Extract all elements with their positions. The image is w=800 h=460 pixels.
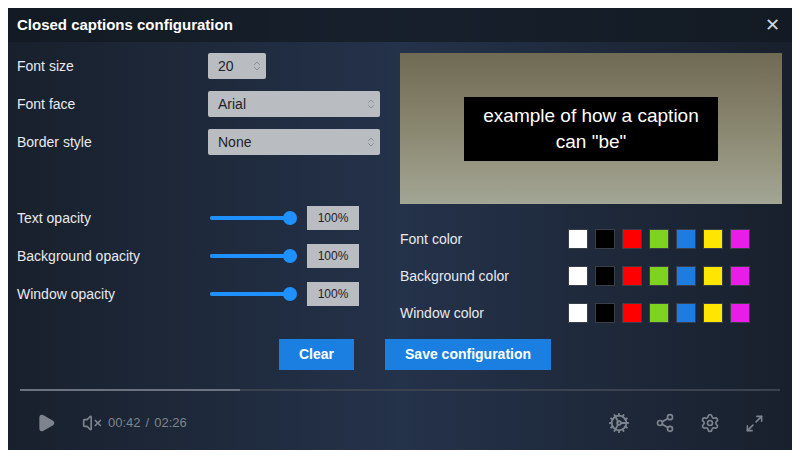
slider-row: Background opacity 100%: [17, 243, 391, 269]
preview-caption: example of how a caption can "be": [464, 97, 718, 161]
slider-row: Window opacity 100%: [17, 281, 391, 307]
slider-reading: 100%: [307, 206, 359, 230]
slider-label: Text opacity: [17, 208, 208, 229]
slider-fill: [210, 292, 290, 296]
color-row: Window color: [400, 303, 782, 323]
slider-fill: [210, 254, 290, 258]
fullscreen-icon[interactable]: [745, 414, 764, 433]
share-icon[interactable]: [655, 413, 675, 433]
save-button[interactable]: Save configuration: [385, 339, 551, 370]
slider-thumb[interactable]: [283, 287, 297, 301]
slider-row: Text opacity 100%: [17, 205, 391, 231]
clear-button[interactable]: Clear: [279, 339, 354, 370]
caption-preview: example of how a caption can "be": [400, 53, 782, 204]
spinner-icon: [365, 136, 377, 148]
slider[interactable]: [210, 254, 290, 258]
number-input[interactable]: 20: [208, 53, 266, 79]
color-label: Background color: [400, 266, 568, 287]
video-player: Closed captions configuration ✕ Font size 2…: [8, 8, 792, 450]
current-time: 00:42: [108, 413, 141, 433]
color-swatch[interactable]: [676, 303, 696, 323]
color-swatch[interactable]: [568, 229, 588, 249]
color-swatch[interactable]: [622, 266, 642, 286]
captions-settings-icon[interactable]: [608, 412, 630, 434]
color-column: example of how a caption can "be" Font co…: [400, 53, 782, 323]
color-swatch[interactable]: [703, 303, 723, 323]
slider-thumb[interactable]: [283, 249, 297, 263]
color-swatch[interactable]: [649, 229, 669, 249]
field-value: None: [218, 132, 251, 153]
slider[interactable]: [210, 216, 290, 220]
duration: 02:26: [154, 413, 187, 433]
slider-thumb[interactable]: [283, 211, 297, 225]
color-swatch[interactable]: [595, 266, 615, 286]
field-label: Border style: [17, 132, 208, 153]
color-swatch[interactable]: [622, 229, 642, 249]
select-input[interactable]: Arial: [208, 91, 380, 117]
color-swatch[interactable]: [703, 266, 723, 286]
time-separator: /: [146, 413, 150, 433]
time-display: 00:42/02:26: [108, 413, 187, 433]
color-swatch[interactable]: [568, 303, 588, 323]
color-swatch[interactable]: [622, 303, 642, 323]
player-controls: 00:42/02:26: [8, 411, 792, 435]
progress-fill: [20, 389, 240, 391]
settings-column: Font size 20 Font face Arial Border style Non…: [8, 53, 391, 323]
color-swatch[interactable]: [595, 229, 615, 249]
field-row: Font face Arial: [17, 91, 391, 117]
slider-fill: [210, 216, 290, 220]
field-row: Font size 20: [17, 53, 391, 79]
color-swatch[interactable]: [730, 266, 750, 286]
progress-bar[interactable]: [20, 389, 780, 391]
page: Closed captions configuration ✕ Font size 2…: [0, 0, 800, 460]
slider-reading: 100%: [307, 244, 359, 268]
settings-icon[interactable]: [700, 413, 720, 433]
dialog-title: Closed captions configuration: [17, 14, 233, 37]
play-icon[interactable]: [36, 413, 56, 433]
spinner-icon: [251, 60, 263, 72]
spinner-icon: [365, 98, 377, 110]
color-label: Font color: [400, 229, 568, 250]
title-bar: Closed captions configuration ✕: [8, 8, 792, 42]
close-button[interactable]: ✕: [765, 12, 783, 39]
color-swatch[interactable]: [676, 266, 696, 286]
mute-icon[interactable]: [82, 413, 102, 433]
color-swatch[interactable]: [730, 303, 750, 323]
slider-label: Background opacity: [17, 246, 208, 267]
color-row: Font color: [400, 229, 782, 249]
color-swatch[interactable]: [568, 266, 588, 286]
color-swatch[interactable]: [595, 303, 615, 323]
field-label: Font size: [17, 56, 208, 77]
slider-label: Window opacity: [17, 284, 208, 305]
color-swatch[interactable]: [649, 303, 669, 323]
select-input[interactable]: None: [208, 129, 380, 155]
color-swatch[interactable]: [703, 229, 723, 249]
color-swatch[interactable]: [649, 266, 669, 286]
color-swatch[interactable]: [730, 229, 750, 249]
field-label: Font face: [17, 94, 208, 115]
slider-reading: 100%: [307, 282, 359, 306]
color-row: Background color: [400, 266, 782, 286]
field-value: Arial: [218, 94, 246, 115]
field-row: Border style None: [17, 129, 391, 155]
slider[interactable]: [210, 292, 290, 296]
color-label: Window color: [400, 303, 568, 324]
field-value: 20: [218, 56, 234, 77]
color-swatch[interactable]: [676, 229, 696, 249]
